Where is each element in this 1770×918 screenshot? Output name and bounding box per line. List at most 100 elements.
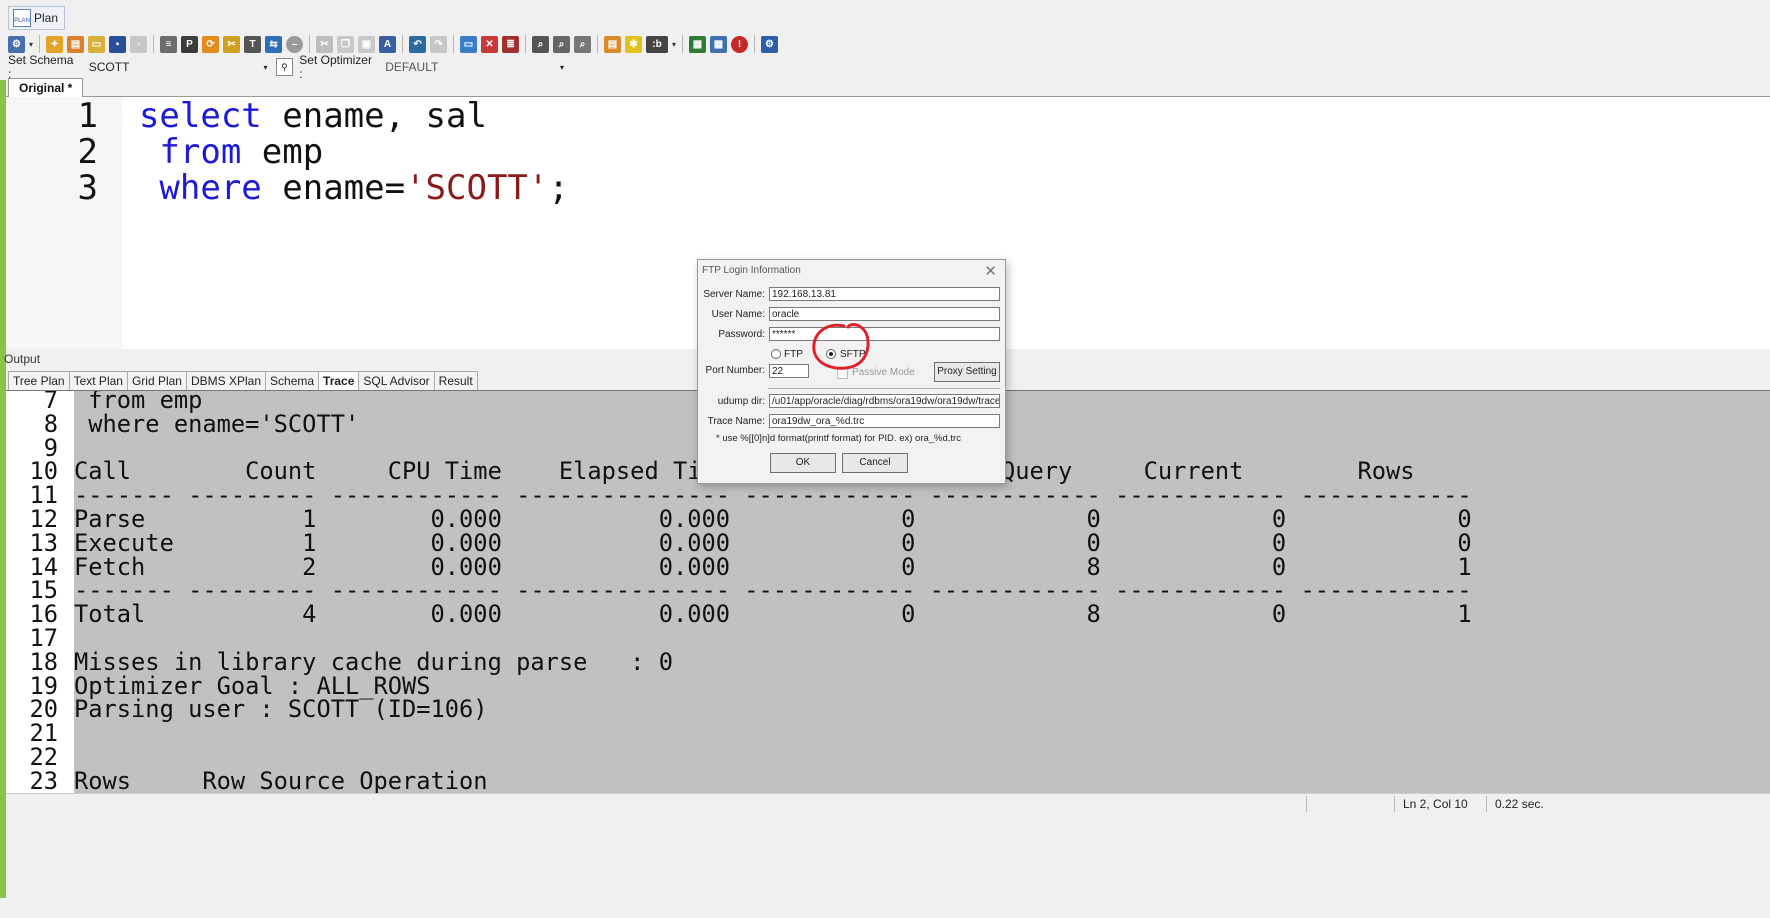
cut-icon[interactable]: ✂ [316, 35, 334, 53]
toolbar-separator [309, 35, 311, 53]
udump-dir-field[interactable]: /u01/app/oracle/diag/rdbms/ora19dw/ora19… [769, 394, 1000, 408]
port-number-label: Port Number: [705, 365, 765, 376]
cancel-button[interactable]: Cancel [842, 453, 908, 473]
chevron-down-icon: ▾ [559, 62, 564, 72]
sql-text: ; [548, 168, 569, 208]
dropdown-arrow-icon[interactable]: ▾ [672, 40, 676, 49]
proxy-setting-button[interactable]: Proxy Setting [934, 362, 1000, 382]
schema-select[interactable]: SCOTT ▾ [85, 58, 272, 76]
run-icon[interactable]: ⇆ [265, 35, 283, 53]
trace-line: 20 Parsing user : SCOTT (ID=106) [6, 695, 1472, 724]
toolbar-separator [39, 35, 41, 53]
trace-line-text: Parsing user : SCOTT (ID=106) [74, 695, 488, 724]
trace-icon[interactable]: ⟳ [202, 35, 220, 53]
tab-plan[interactable]: PLAN Plan [8, 6, 66, 30]
dialog-separator [768, 388, 1000, 389]
schema-value: SCOTT [88, 60, 130, 74]
copy-icon[interactable]: ❐ [337, 35, 355, 53]
grid-icon[interactable]: ▦ [689, 35, 707, 53]
format-icon[interactable]: ≣ [502, 35, 520, 53]
plan-run-icon[interactable]: P [181, 35, 199, 53]
annotation-circle [812, 323, 870, 370]
sql-string: 'SCOTT' [405, 168, 549, 208]
port-number-field[interactable]: 22 [769, 364, 809, 378]
stop-icon[interactable]: – [286, 35, 304, 53]
tab-text-plan[interactable]: Text Plan [68, 371, 128, 390]
toolbar: ⚙ ▾ ✦ ▤ ▭ ▪ ▫ ≡ P ⟳ ✂ T ⇆ – ✂ ❐ ▣ A ↶ ↷ … [8, 32, 779, 56]
trace-name-field[interactable]: ora19dw_ora_%d.trc [769, 414, 1000, 428]
save-all-icon[interactable]: ▫ [130, 35, 148, 53]
sql-keyword: from [138, 132, 242, 172]
status-bar: Ln 2, Col 10 0.22 sec. [6, 793, 1770, 814]
replace-icon[interactable]: ⌕ [574, 35, 592, 53]
tab-schema[interactable]: Schema [265, 371, 320, 390]
options-icon[interactable]: ⚙ [761, 35, 779, 53]
search-icon[interactable]: ⌕ [532, 35, 550, 53]
editor-line: 3 where ename='SCOTT'; [6, 169, 569, 207]
editor-line: 2 from emp [6, 132, 324, 172]
hint-bulb-icon[interactable]: ✱ [625, 35, 643, 53]
sql-text: ename= [261, 168, 406, 208]
undo-icon[interactable]: ↶ [409, 35, 427, 53]
ftp-radio-label: FTP [784, 349, 803, 360]
tab-tree-plan[interactable]: Tree Plan [8, 371, 70, 390]
tab-result[interactable]: Result [433, 371, 478, 390]
tab-trace[interactable]: Trace [318, 371, 360, 390]
trace-line-text: where ename='SCOTT' [74, 409, 360, 438]
table-icon[interactable]: ▦ [710, 35, 728, 53]
dropdown-arrow-icon[interactable]: ▾ [29, 40, 33, 49]
new-window-icon[interactable]: ▤ [67, 35, 85, 53]
output-label: Output [4, 352, 41, 366]
trace-line: 18 Misses in library cache during parse :… [6, 647, 1472, 676]
find-next-icon[interactable]: ⌕ [553, 35, 571, 53]
server-name-field[interactable]: 192.168.13.81 [769, 287, 1000, 301]
toolbar-separator [153, 35, 155, 53]
bookmark-icon[interactable]: ▤ [604, 35, 622, 53]
tab-grid-plan[interactable]: Grid Plan [126, 371, 187, 390]
schema-browse-icon[interactable]: ⚲ [275, 58, 294, 76]
ftp-radio[interactable] [771, 349, 781, 359]
explain-plan-icon[interactable]: ≡ [160, 35, 178, 53]
comment-icon[interactable]: ▭ [460, 35, 478, 53]
ok-button[interactable]: OK [770, 453, 836, 473]
status-empty-cell [1306, 796, 1395, 812]
server-name-label: Server Name: [703, 289, 765, 300]
alert-icon[interactable]: ! [731, 35, 749, 53]
tab-plan-label: Plan [34, 11, 59, 25]
line-number: 13 [29, 528, 58, 557]
sql-keyword: select [138, 96, 262, 136]
new-file-icon[interactable]: ✦ [46, 35, 64, 53]
save-icon[interactable]: ▪ [109, 35, 127, 53]
tab-sql-advisor[interactable]: SQL Advisor [358, 371, 435, 390]
toolbar-separator [402, 35, 404, 53]
editor-line: 1 select ename, sal [6, 97, 487, 135]
trace-line: 16 Total 4 0.000 0.000 0 8 0 1 [6, 602, 1471, 627]
line-number: 18 [29, 647, 58, 676]
connect-icon[interactable]: ⚙ [8, 35, 25, 53]
sql-text: emp [241, 132, 324, 172]
line-number: 3 [77, 168, 98, 208]
select-all-icon[interactable]: A [379, 35, 397, 53]
cursor-position: Ln 2, Col 10 [1394, 796, 1489, 812]
editor-tab-strip [6, 78, 1770, 97]
chevron-down-icon: ▾ [263, 62, 268, 72]
elapsed-time: 0.22 sec. [1486, 796, 1565, 812]
line-number: 23 [29, 766, 58, 793]
uncomment-icon[interactable]: ✕ [481, 35, 499, 53]
optimizer-label: Set Optimizer : [299, 53, 372, 81]
sql-keyword: where [138, 168, 262, 208]
tab-dbms-xplan[interactable]: DBMS XPlan [185, 371, 267, 390]
tab-original[interactable]: Original * [8, 78, 84, 97]
open-folder-icon[interactable]: ▭ [88, 35, 106, 53]
optimizer-value: DEFAULT [385, 60, 439, 74]
close-icon[interactable]: ✕ [984, 262, 997, 280]
toolbar-separator [682, 35, 684, 53]
index-icon[interactable]: T [244, 35, 262, 53]
line-number: 2 [77, 132, 98, 172]
paste-icon[interactable]: ▣ [358, 35, 376, 53]
redo-icon[interactable]: ↷ [430, 35, 448, 53]
user-name-label: User Name: [711, 309, 765, 320]
bind-variable-icon[interactable]: :b [646, 35, 669, 53]
optimizer-select[interactable]: DEFAULT ▾ [381, 58, 568, 76]
tune-icon[interactable]: ✂ [223, 35, 241, 53]
